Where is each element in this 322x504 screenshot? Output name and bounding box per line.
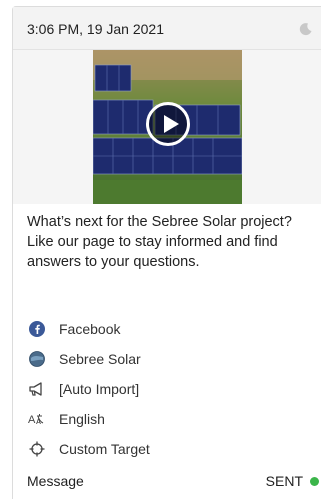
meta-row-language: A ᴀ English xyxy=(27,404,317,434)
meta-row-platform: Facebook xyxy=(27,314,317,344)
megaphone-icon xyxy=(27,379,47,399)
post-timestamp: 3:06 PM, 19 Jan 2021 xyxy=(27,21,164,37)
post-media[interactable] xyxy=(13,50,321,204)
post-message: What’s next for the Sebree Solar project… xyxy=(27,214,292,270)
globe-icon xyxy=(27,349,47,369)
meta-row-target: Custom Target xyxy=(27,434,317,464)
post-header: 3:06 PM, 19 Jan 2021 xyxy=(13,7,321,50)
post-card[interactable]: 3:06 PM, 19 Jan 2021 What’s next for the… xyxy=(12,6,321,499)
meta-language-label: English xyxy=(59,411,105,427)
meta-campaign-label: [Auto Import] xyxy=(59,381,140,397)
status-badge: SENT xyxy=(266,473,319,489)
meta-row-page: Sebree Solar xyxy=(27,344,317,374)
status-label: SENT xyxy=(265,473,303,489)
status-dot-icon xyxy=(310,476,319,486)
play-button[interactable] xyxy=(146,102,190,146)
post-meta-list: Facebook Sebree Solar [Auto Import] A ᴀ … xyxy=(27,314,317,464)
post-footer: Message SENT xyxy=(27,473,319,493)
language-icon: A ᴀ xyxy=(27,409,47,429)
moon-icon xyxy=(299,23,312,36)
target-icon xyxy=(27,439,47,459)
facebook-icon xyxy=(27,319,47,339)
post-type-label: Message xyxy=(27,473,84,489)
meta-row-campaign: [Auto Import] xyxy=(27,374,317,404)
meta-platform-label: Facebook xyxy=(59,321,121,337)
meta-target-label: Custom Target xyxy=(59,441,150,457)
svg-text:A: A xyxy=(28,414,36,426)
meta-page-label: Sebree Solar xyxy=(59,351,141,367)
